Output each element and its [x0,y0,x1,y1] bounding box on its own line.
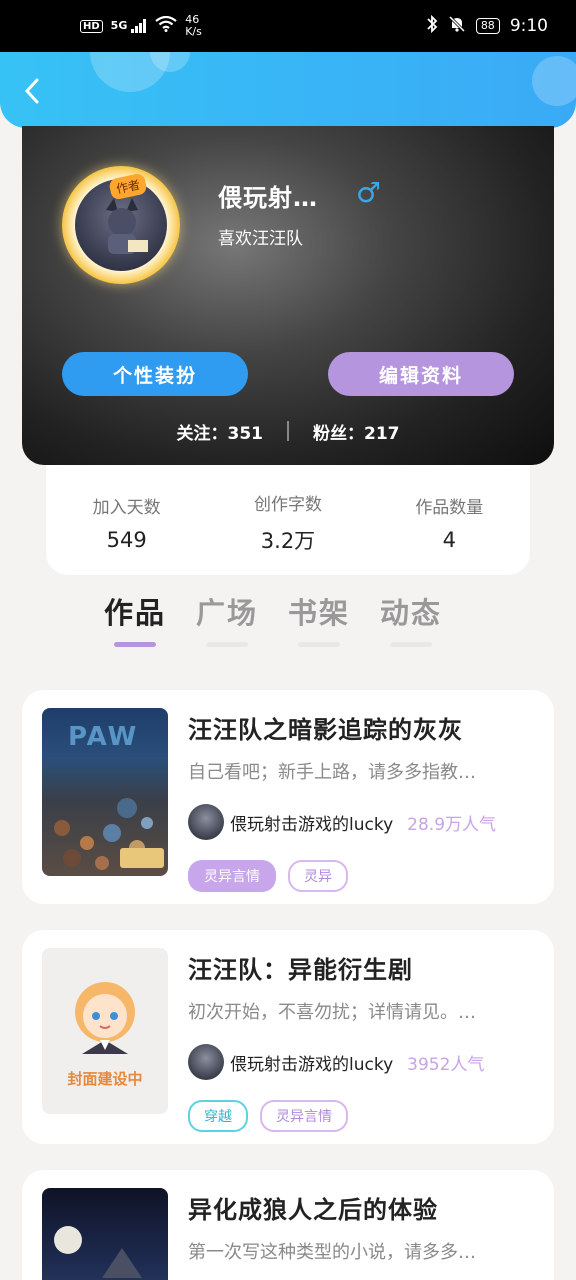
tab-square[interactable]: 广场 [196,590,258,660]
battery-icon: 88 [475,18,500,34]
following-count[interactable]: 关注：351 [177,419,264,444]
book-description: 自己看吧；新手上路，请多多指教… [188,762,476,783]
stat-label: 加入天数 [92,497,161,518]
signal-label: 5G [110,19,128,32]
profile-card: 作者 偎玩射… ♂ 喜欢汪汪队 个性装扮 编辑资料 关注：351 粉丝：217 [22,126,554,465]
edit-profile-button[interactable]: 编辑资料 [328,352,514,396]
clock: 9:10 [509,16,548,36]
placeholder-cover-label: 封面建设中 [67,1070,143,1088]
book-cover[interactable]: 封面建设中 [42,948,168,1114]
genre-tag[interactable]: 灵异 [288,860,348,892]
popularity-count: 28.9万人气 [407,814,497,835]
bluetooth-icon [426,14,438,38]
genre-tag[interactable]: 穿越 [188,1100,248,1132]
tab-label: 广场 [196,596,259,630]
tab-label: 动态 [380,596,443,630]
book-title: 异化成狼人之后的体验 [188,1196,438,1224]
genre-tag[interactable]: 灵异言情 [260,1100,348,1132]
follow-row: 关注：351 粉丝：217 [22,416,554,446]
tab-label: 书架 [288,596,351,630]
popularity-count: 3952人气 [407,1054,485,1075]
genre-tag[interactable]: 灵异言情 [188,860,276,892]
network-speed: 46 K/s [185,14,202,38]
divider [287,421,289,441]
top-header [0,52,576,128]
tag-row: 灵异言情 灵异 [188,860,348,892]
speed-unit: K/s [185,25,202,38]
chevron-left-icon [24,78,39,104]
dress-up-button[interactable]: 个性装扮 [62,352,248,396]
tab-underline [114,642,157,647]
stat-value: 3.2万 [260,528,316,553]
stat-word-count: 创作字数 3.2万 [218,490,358,555]
stat-join-days: 加入天数 549 [57,493,197,552]
character-icon [106,198,148,254]
fans-count[interactable]: 粉丝：217 [313,419,400,444]
tag-row: 穿越 灵异言情 [188,1100,348,1132]
stat-label: 作品数量 [415,497,484,518]
book-title: 汪汪队之暗影追踪的灰灰 [188,716,463,744]
book-cover[interactable]: PAW [42,708,168,876]
book-card[interactable]: 封面建设中 汪汪队：异能衍生剧 初次开始，不喜勿扰；详情请见。… 偎玩射击游戏的… [22,930,554,1144]
decor-bubble [532,56,576,106]
tab-underline [206,642,249,647]
tab-underline [298,642,341,647]
author-avatar [188,1044,224,1080]
stat-value: 4 [442,527,456,552]
book-author-row: 偎玩射击游戏的lucky 28.9万人气 [188,804,496,840]
book-author-row: 偎玩射击游戏的lucky 3952人气 [188,1044,484,1080]
hd-badge: HD [80,19,103,33]
status-bar: HD 5G 46 K/s 88 9:10 [0,0,576,52]
book-card[interactable]: PAW 汪汪队之暗影追踪的灰灰 自己看吧；新手上路，请多多指教… 偎玩射击游戏的… [22,690,554,904]
signal-icon: 5G [111,19,148,33]
male-gender-icon: ♂ [356,176,382,209]
tab-label: 作品 [104,596,167,630]
author-avatar [188,804,224,840]
book-cover[interactable] [42,1188,168,1280]
tab-works[interactable]: 作品 [104,590,166,660]
tab-underline [390,642,433,647]
stat-works-count: 作品数量 4 [379,493,519,552]
author-name: 偎玩射击游戏的lucky [230,1054,394,1075]
tab-bookshelf[interactable]: 书架 [288,590,350,660]
book-title: 汪汪队：异能衍生剧 [188,956,413,984]
status-left: HD 5G 46 K/s [80,14,202,38]
tab-moments[interactable]: 动态 [380,590,442,660]
book-description: 初次开始，不喜勿扰；详情请见。… [188,1002,476,1023]
stat-label: 创作字数 [253,494,322,515]
stat-value: 549 [106,527,147,552]
tab-bar: 作品 广场 书架 动态 [0,590,576,660]
moon-icon [54,1226,142,1278]
placeholder-character-icon [75,982,135,1054]
mute-bell-icon [448,15,466,38]
pebbles-illustration [54,798,164,870]
stats-card: 加入天数 549 创作字数 3.2万 作品数量 4 [46,465,530,575]
bio: 喜欢汪汪队 [218,229,303,249]
back-button[interactable] [18,74,46,108]
book-card[interactable]: 异化成狼人之后的体验 第一次写这种类型的小说，请多多… [22,1170,554,1280]
book-description: 第一次写这种类型的小说，请多多… [188,1242,476,1263]
author-name: 偎玩射击游戏的lucky [230,814,394,835]
username: 偎玩射… [218,184,318,212]
status-right: 88 9:10 [426,14,548,38]
wifi-icon [155,15,177,36]
